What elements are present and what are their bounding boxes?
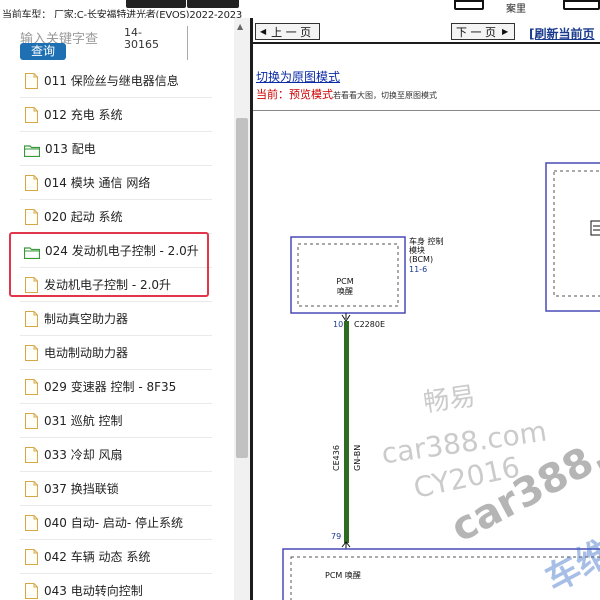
document-icon [24,208,39,225]
search-code: 14- 30165 [124,27,164,51]
tree-item[interactable]: 031 巡航 控制 [20,404,212,438]
wire-color: GN-BN [353,445,362,471]
search-code-line2: 30165 [124,38,159,51]
connector-top: C2280E [354,320,385,329]
connector-bottom-arrow-icon [341,541,351,549]
prev-page-button[interactable]: ◀ 上 一 页 [255,23,320,40]
bcm-line1: 车身 控制 [409,236,444,246]
pcm-subtitle: 唤醒 [337,286,353,296]
bcm-line3: (BCM) [409,255,433,264]
document-icon [24,514,39,531]
toolbar-button-2[interactable] [187,0,239,8]
next-page-label: 下 一 页 [456,25,496,39]
tree-item[interactable]: 029 变速器 控制 - 8F35 [20,370,212,404]
document-icon [24,446,39,463]
arrow-right-icon: ▶ [502,27,509,36]
tree-item[interactable]: 012 充电 系统 [20,98,212,132]
toolbar-button-3[interactable] [454,0,484,10]
document-icon [24,480,39,497]
connector-top-arrow-icon [341,313,351,322]
right-panel: ◀ 上 一 页 下 一 页 ▶ [刷新当前页 切换为原图模式 当前：预览模式若看… [250,18,600,600]
document-icon [24,548,39,565]
document-icon [24,412,39,429]
mode-prefix: 当前： [256,88,289,101]
document-icon [24,582,39,599]
tree-item-label: 042 车辆 动态 系统 [44,550,151,564]
pin-top: 10 [333,320,343,329]
wiring-diagram: PCM 唤醒 车身 控制 模块 (BCM) 11-6 10 C2280E CE4… [253,110,600,600]
toolbar-button-4[interactable] [563,0,600,10]
document-icon [24,174,39,191]
bcm-line2: 模块 [409,245,425,255]
pcm-box-outer [290,236,406,314]
toolbar-button-1[interactable] [126,0,186,8]
top-right-label: 案里 [506,4,526,15]
document-icon [24,378,39,395]
mode-hint: 若看看大图，切换至原图模式 [333,91,437,100]
scroll-up-arrow-icon[interactable]: ▲ [237,22,243,31]
left-panel: 输入关键字查 查询 14- 30165 011 保险丝与继电器信息 012 充电 … [0,18,250,600]
tree-item[interactable]: 033 冷却 风扇 [20,438,212,472]
tree-item-label: 011 保险丝与继电器信息 [44,74,179,88]
tree-item-label: 013 配电 [45,142,96,156]
tree-item-label: 029 变速器 控制 - 8F35 [44,380,177,394]
tree-item[interactable]: 037 换挡联锁 [20,472,212,506]
tree-item[interactable]: 制动真空助力器 [20,302,212,336]
search-divider [187,26,188,60]
folder-icon [23,142,41,158]
tree-item-label: 电动制动助力器 [44,346,129,360]
tree-item[interactable]: 043 电动转向控制 [20,574,212,600]
pin-bottom: 79 [331,532,341,541]
search-button[interactable]: 查询 [20,43,66,60]
right-box-fuse-icon [590,220,600,236]
document-icon [24,72,39,89]
tree-item[interactable]: 014 模块 通信 网络 [20,166,212,200]
bottom-box-label: PCM 唤醒 [325,570,361,580]
wire-green[interactable] [344,321,349,543]
document-icon [24,344,39,361]
diagram-canvas: PCM 唤醒 车身 控制 模块 (BCM) 11-6 10 C2280E CE4… [282,162,600,600]
prev-page-label: 上 一 页 [271,25,312,39]
tree-item-label: 040 自动- 启动- 停止系统 [44,516,184,530]
nav-bar: ◀ 上 一 页 下 一 页 ▶ [刷新当前页 [253,18,600,44]
toggle-original-mode-link[interactable]: 切换为原图模式 [256,68,340,85]
tree-item[interactable]: 020 起动 系统 [20,200,212,234]
tree-item-label: 制动真空助力器 [44,312,129,326]
left-scrollbar[interactable]: ▲ [234,18,250,600]
tree-item-label: 033 冷却 风扇 [44,448,123,462]
document-icon [24,106,39,123]
tree-item-label: 031 巡航 控制 [44,414,123,428]
arrow-left-icon: ◀ [260,27,267,36]
tree-item-label: 014 模块 通信 网络 [44,176,151,190]
scroll-thumb[interactable] [236,118,248,458]
top-bar: 当前车型： 厂家:C-长安福特进光者(EVOS)2022-2023 案里 [0,0,600,21]
tree-item-label: 043 电动转向控制 [44,584,143,598]
next-page-button[interactable]: 下 一 页 ▶ [451,23,515,40]
refresh-page-link[interactable]: [刷新当前页 [529,25,595,42]
tree-item[interactable]: 电动制动助力器 [20,336,212,370]
tree-item[interactable]: 013 配电 [20,132,212,166]
tree-item[interactable]: 042 车辆 动态 系统 [20,540,212,574]
search-area: 输入关键字查 查询 14- 30165 [0,18,234,64]
tree-item[interactable]: 040 自动- 启动- 停止系统 [20,506,212,540]
highlight-box [9,232,209,297]
tree-item-label: 037 换挡联锁 [44,482,119,496]
tree-item-label: 020 起动 系统 [44,210,123,224]
mode-line: 当前：预览模式若看看大图，切换至原图模式 [256,86,437,102]
tree-item[interactable]: 011 保险丝与继电器信息 [20,64,212,98]
document-icon [24,310,39,327]
pcm-title: PCM [336,277,353,286]
tree-item-label: 012 充电 系统 [44,108,123,122]
bcm-ref: 11-6 [409,265,427,274]
mode-value: 预览模式 [289,88,333,101]
wire-id: CE436 [332,445,341,471]
